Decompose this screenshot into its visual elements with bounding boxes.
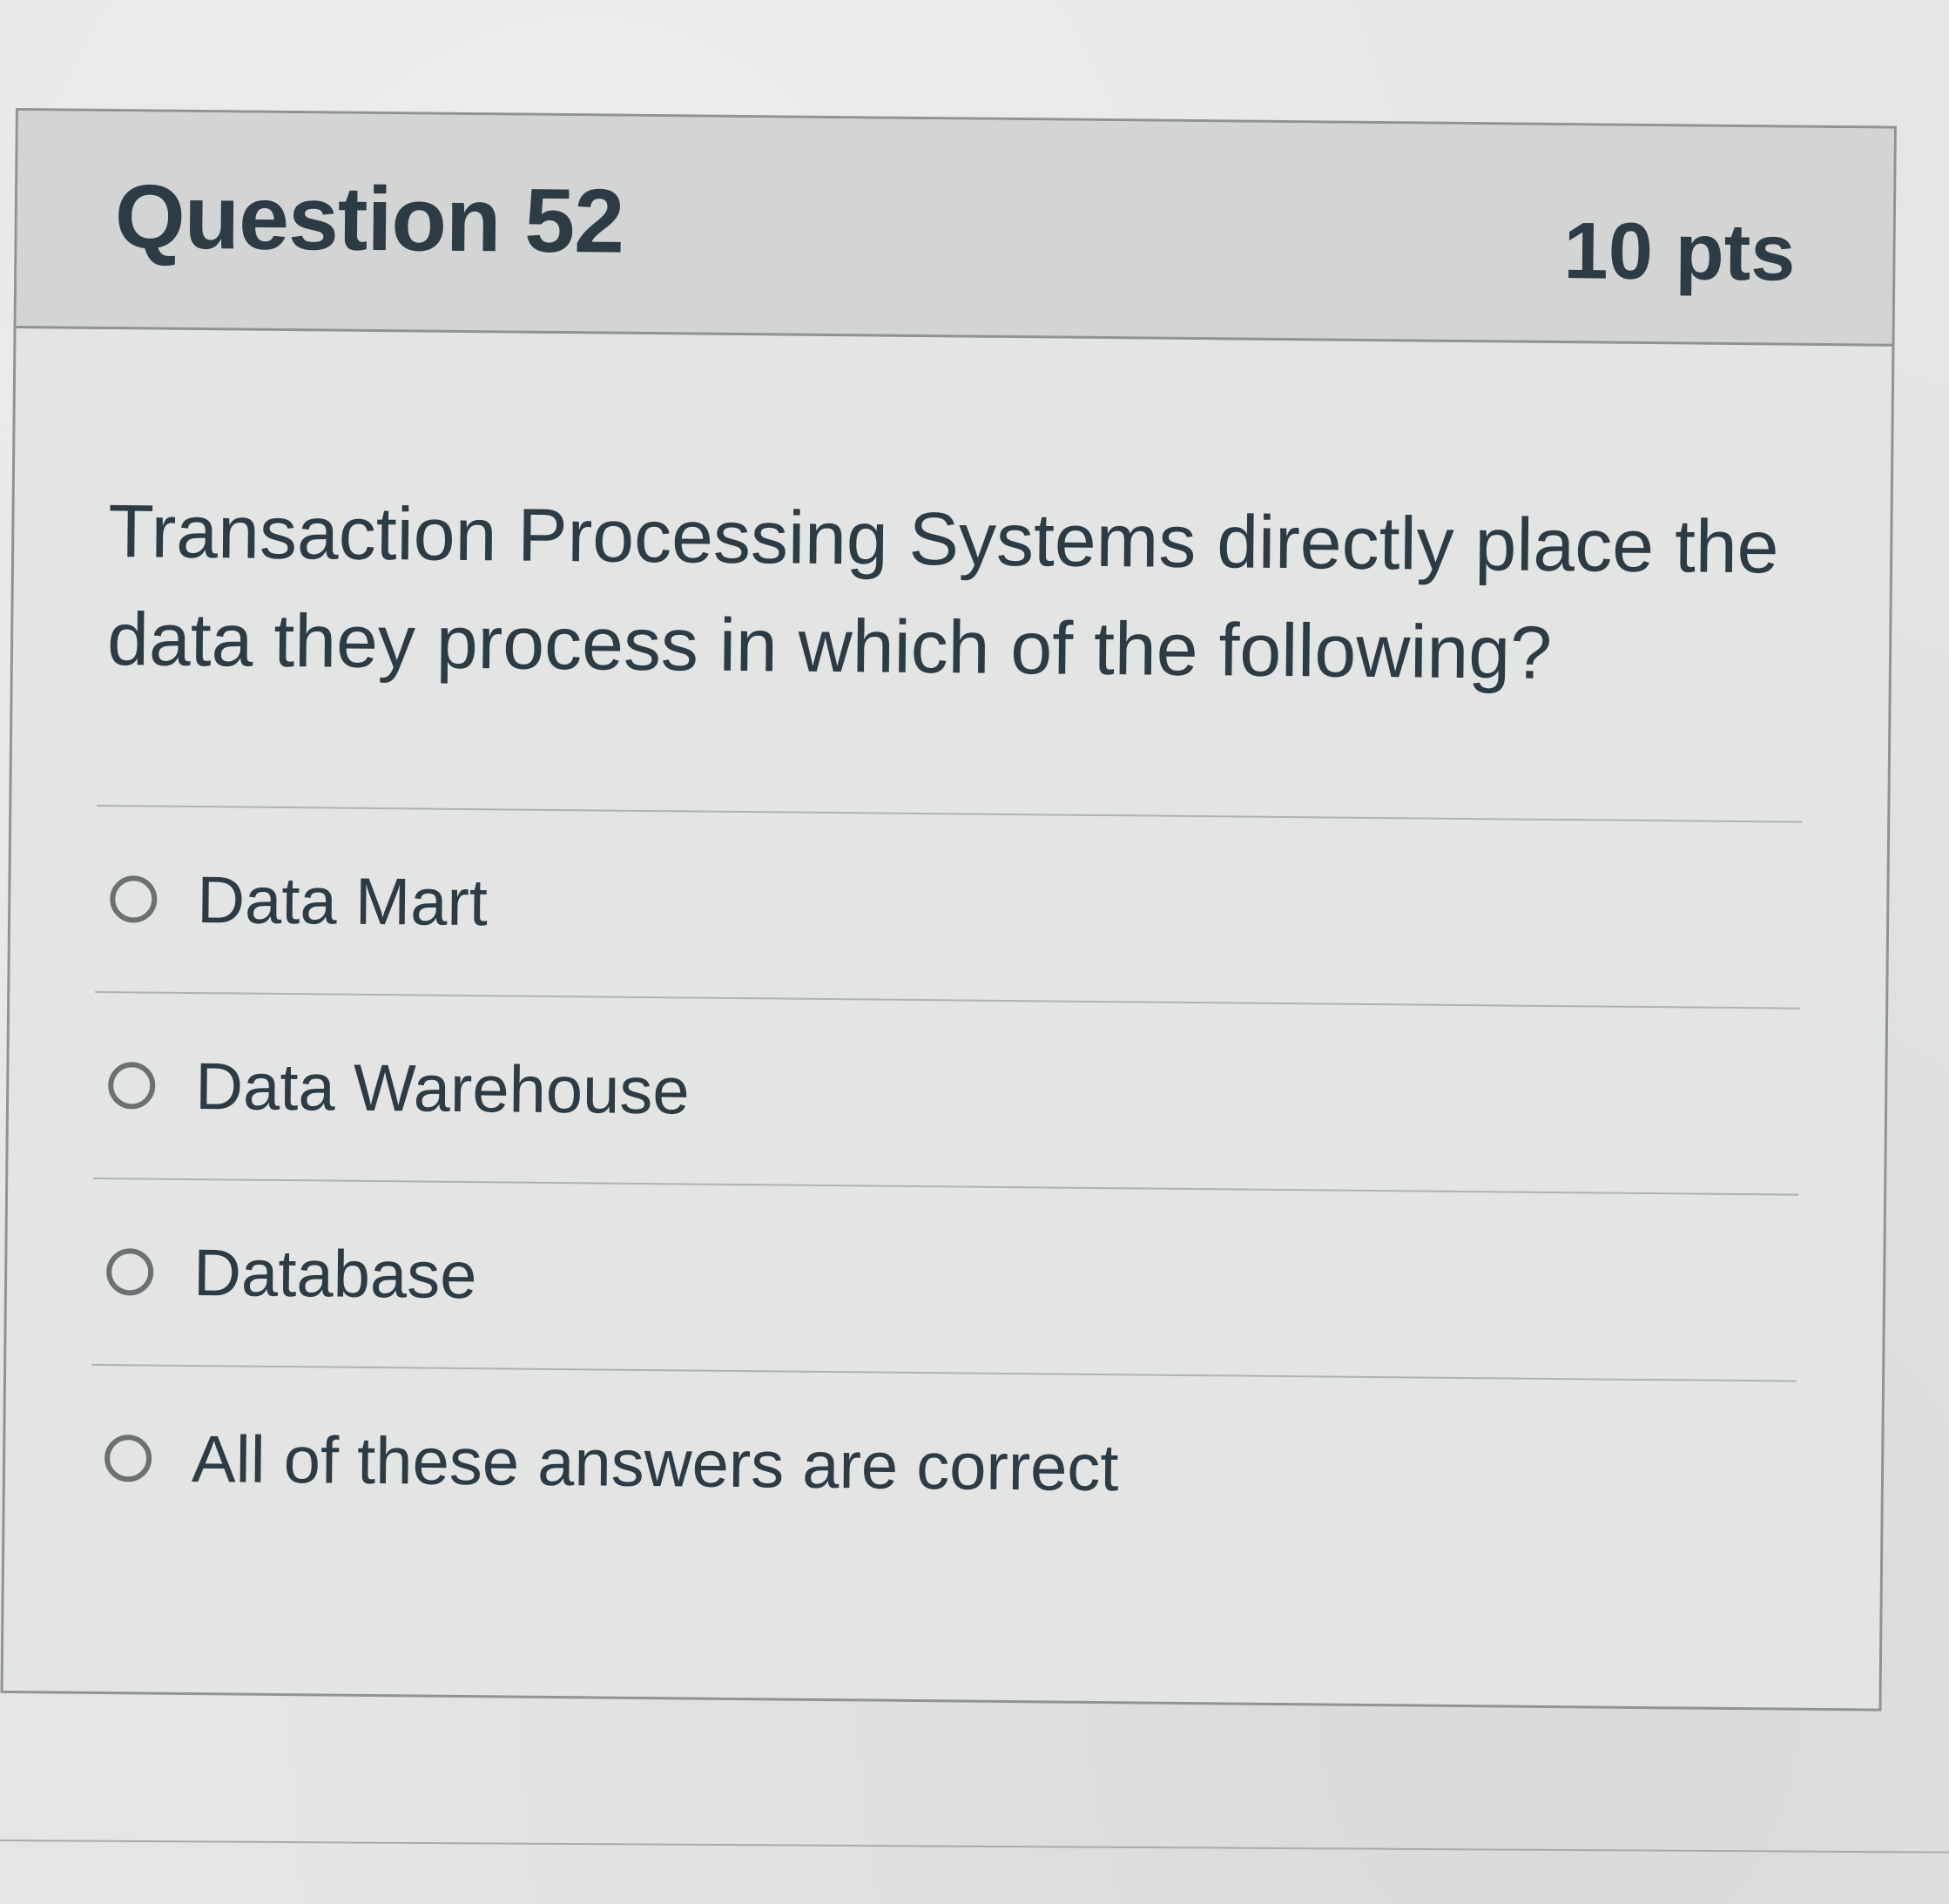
answer-list: Data Mart Data Warehouse Database All of… <box>90 804 1803 1567</box>
question-card: Question 52 10 pts Transaction Processin… <box>0 108 1897 1712</box>
radio-button[interactable] <box>105 1248 154 1296</box>
question-header: Question 52 10 pts <box>16 111 1894 347</box>
answer-option-data-warehouse[interactable]: Data Warehouse <box>93 993 1800 1194</box>
answer-label[interactable]: Data Mart <box>197 862 488 941</box>
radio-button[interactable] <box>107 1062 156 1110</box>
answer-option-database[interactable]: Database <box>91 1179 1798 1381</box>
radio-button[interactable] <box>110 875 158 923</box>
question-points: 10 pts <box>1563 206 1796 298</box>
answer-label[interactable]: Data Warehouse <box>195 1049 690 1129</box>
radio-button[interactable] <box>104 1435 152 1482</box>
question-title: Question 52 <box>114 166 624 273</box>
answer-label[interactable]: Database <box>193 1235 477 1313</box>
question-prompt: Transaction Processing Systems directly … <box>106 490 1780 695</box>
answer-option-data-mart[interactable]: Data Mart <box>95 807 1802 1008</box>
answer-label[interactable]: All of these answers are correct <box>192 1421 1119 1506</box>
answer-option-all-correct[interactable]: All of these answers are correct <box>90 1366 1797 1567</box>
